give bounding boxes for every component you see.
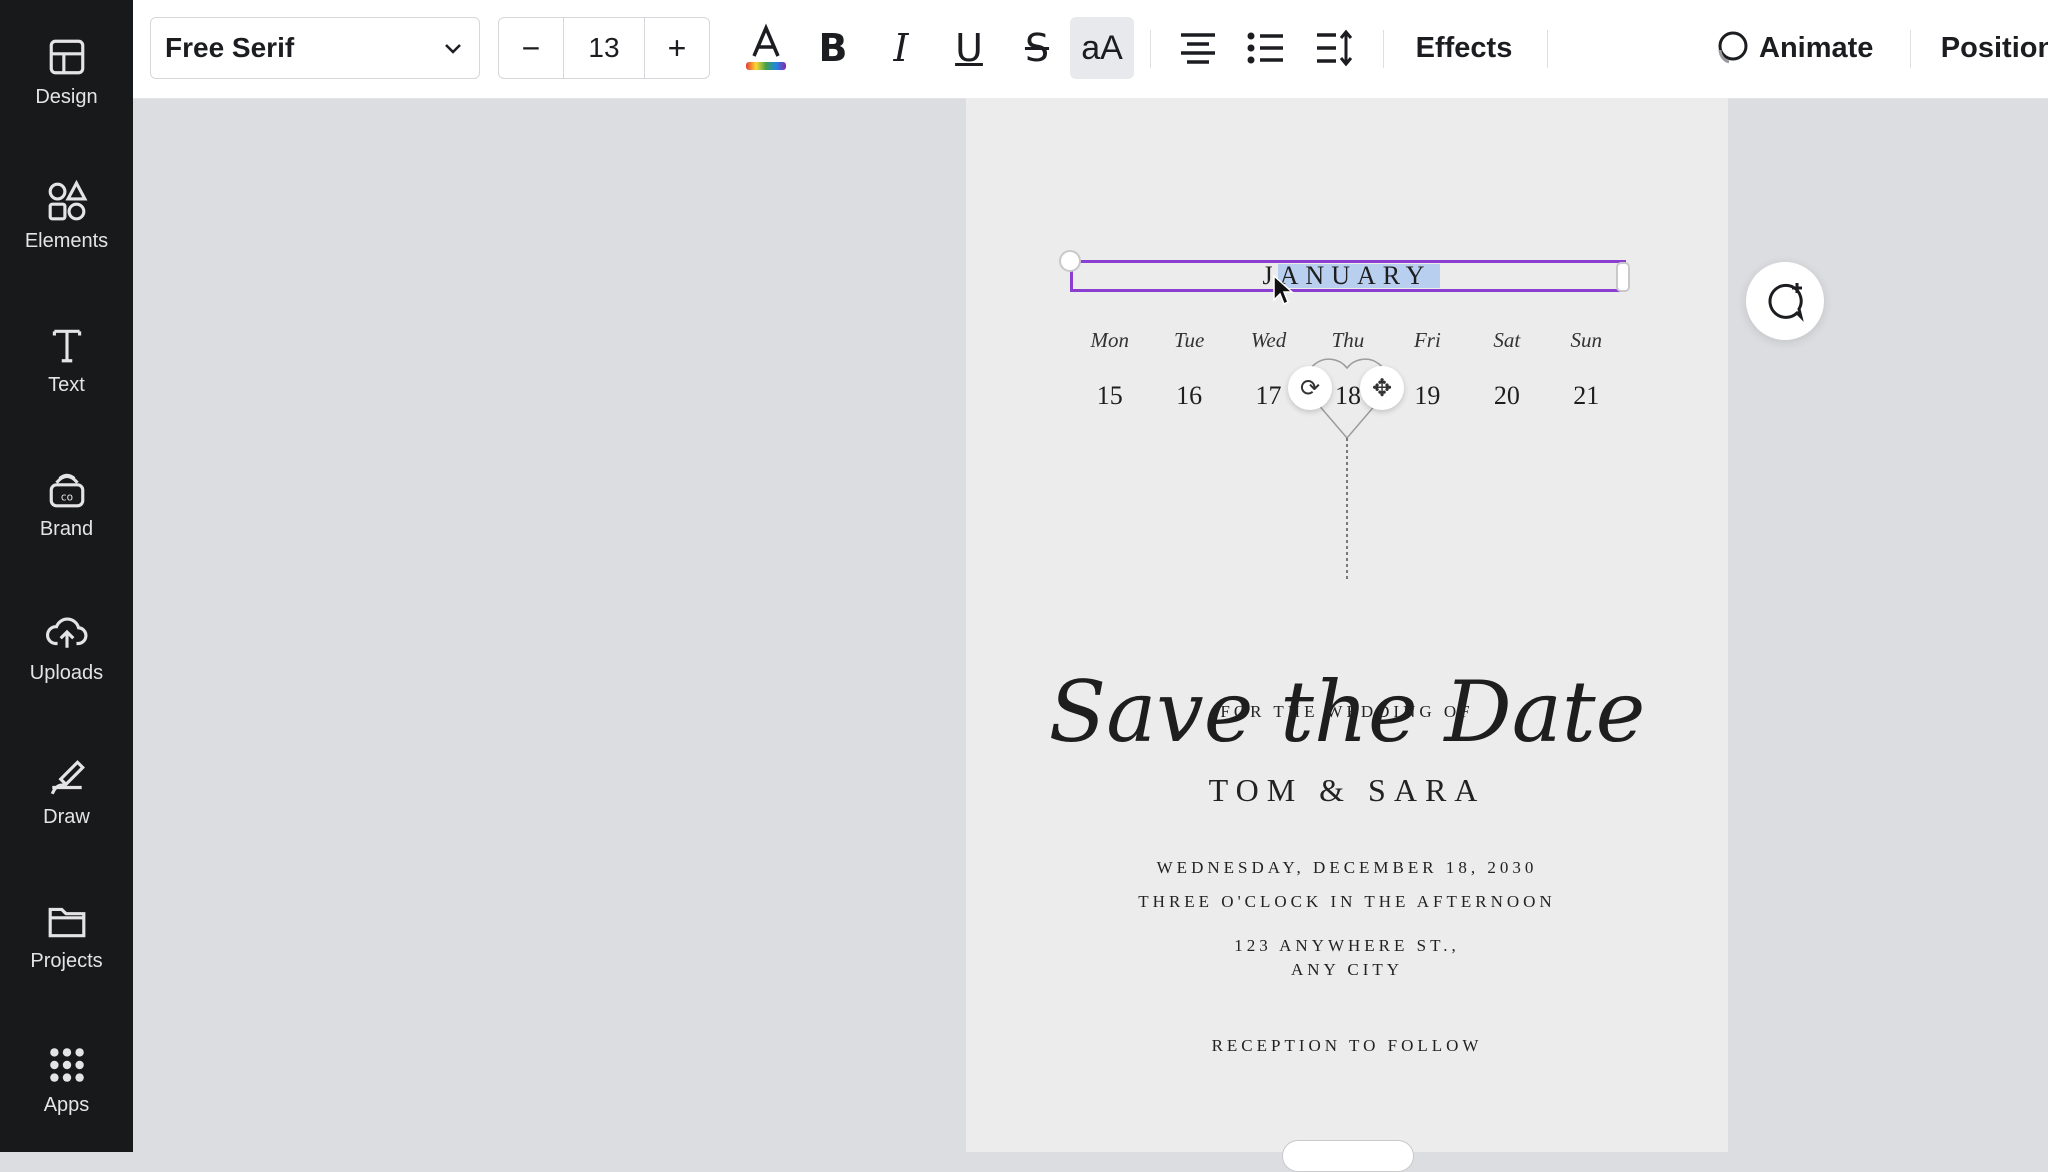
sidebar-item-elements[interactable]: Elements (0, 156, 133, 276)
heart-graphic (1305, 358, 1389, 582)
sidebar-item-label: Draw (43, 805, 90, 828)
underline-button[interactable]: U (938, 17, 1000, 79)
wedding-subtitle[interactable]: FOR THE WEDDING OF (966, 702, 1728, 722)
letter-case-icon: aA (1081, 28, 1123, 67)
animate-label: Animate (1759, 31, 1874, 64)
animate-icon (1718, 31, 1748, 64)
brand-icon: co (49, 473, 84, 507)
line-spacing-icon (1317, 29, 1353, 67)
draw-icon (50, 759, 85, 794)
address-line-2[interactable]: ANY CITY (966, 960, 1728, 980)
strikethrough-icon: S (1024, 26, 1050, 70)
sidebar-item-label: Elements (24, 229, 109, 252)
effects-button[interactable]: Effects (1399, 17, 1529, 79)
text-color-button[interactable] (735, 17, 797, 79)
add-comment-icon (1768, 283, 1804, 322)
increase-font-size-button[interactable]: + (645, 18, 709, 78)
sidebar-item-label: Apps (43, 1093, 90, 1116)
wedding-date[interactable]: WEDNESDAY, DECEMBER 18, 2030 (966, 858, 1728, 878)
wedding-time[interactable]: THREE O'CLOCK IN THE AFTERNOON (966, 892, 1728, 912)
alignment-button[interactable] (1167, 17, 1229, 79)
sidebar-item-design[interactable]: Design (0, 12, 133, 132)
chevron-down-icon (445, 44, 461, 54)
italic-button[interactable]: I (870, 17, 932, 79)
sidebar-item-label: Uploads (29, 661, 104, 684)
sidebar-item-label: Design (35, 85, 98, 108)
divider (1547, 30, 1548, 68)
move-element-icon[interactable]: ✥ (1360, 366, 1404, 410)
text-icon (52, 329, 81, 362)
apps-icon (49, 1047, 84, 1082)
sidebar-item-brand[interactable]: co Brand (0, 444, 133, 564)
position-button[interactable]: Position (1928, 17, 2048, 79)
text-toolbar: Free Serif − 13 + B I U S aA Effects Ani… (133, 0, 2048, 99)
bullet-list-icon (1247, 32, 1283, 64)
add-comment-button[interactable] (1746, 262, 1824, 340)
italic-icon: I (893, 26, 909, 70)
font-size-input[interactable]: 13 (563, 18, 645, 78)
bold-button[interactable]: B (802, 17, 864, 79)
sidebar-item-uploads[interactable]: Uploads (0, 588, 133, 708)
sidebar-item-text[interactable]: Text (0, 300, 133, 420)
projects-icon (48, 907, 85, 937)
letter-case-button[interactable]: aA (1070, 17, 1134, 79)
animate-button[interactable]: Animate (1711, 17, 1891, 79)
font-size-stepper: − 13 + (498, 17, 710, 79)
sidebar-item-label: Brand (39, 517, 94, 540)
font-name: Free Serif (165, 32, 295, 63)
align-center-icon (1181, 33, 1215, 64)
sidebar-item-draw[interactable]: Draw (0, 732, 133, 852)
divider (1910, 30, 1911, 68)
font-family-dropdown[interactable]: Free Serif (150, 17, 480, 79)
spacing-button[interactable] (1303, 17, 1365, 79)
bold-icon: B (818, 26, 848, 70)
divider (1383, 30, 1384, 68)
sidebar-item-label: Text (48, 373, 85, 396)
address-line-1[interactable]: 123 ANYWHERE ST., (966, 936, 1728, 956)
svg-text:co: co (60, 491, 72, 503)
design-icon (49, 39, 84, 74)
underline-icon: U (955, 26, 983, 70)
list-button[interactable] (1235, 17, 1297, 79)
reception-note[interactable]: RECEPTION TO FOLLOW (966, 1036, 1728, 1056)
strikethrough-button[interactable]: S (1006, 17, 1068, 79)
divider (1150, 30, 1151, 68)
design-page[interactable]: JANUARY Mon Tue Wed Thu Fri Sat Sun 15 1… (966, 98, 1728, 1172)
uploads-icon (45, 617, 87, 648)
sidebar: Design Elements Text co Brand Uploads Dr… (0, 0, 133, 1152)
sidebar-item-label: Projects (30, 949, 103, 972)
page-control-pill[interactable] (1282, 1140, 1414, 1172)
sidebar-item-apps[interactable]: Apps (0, 1020, 133, 1140)
elements-icon (48, 179, 87, 220)
text-color-icon (746, 23, 786, 70)
couple-names[interactable]: TOM & SARA (966, 772, 1728, 809)
sidebar-item-projects[interactable]: Projects (0, 876, 133, 996)
decrease-font-size-button[interactable]: − (499, 18, 563, 78)
rotate-element-icon[interactable]: ⟳ (1288, 366, 1332, 410)
